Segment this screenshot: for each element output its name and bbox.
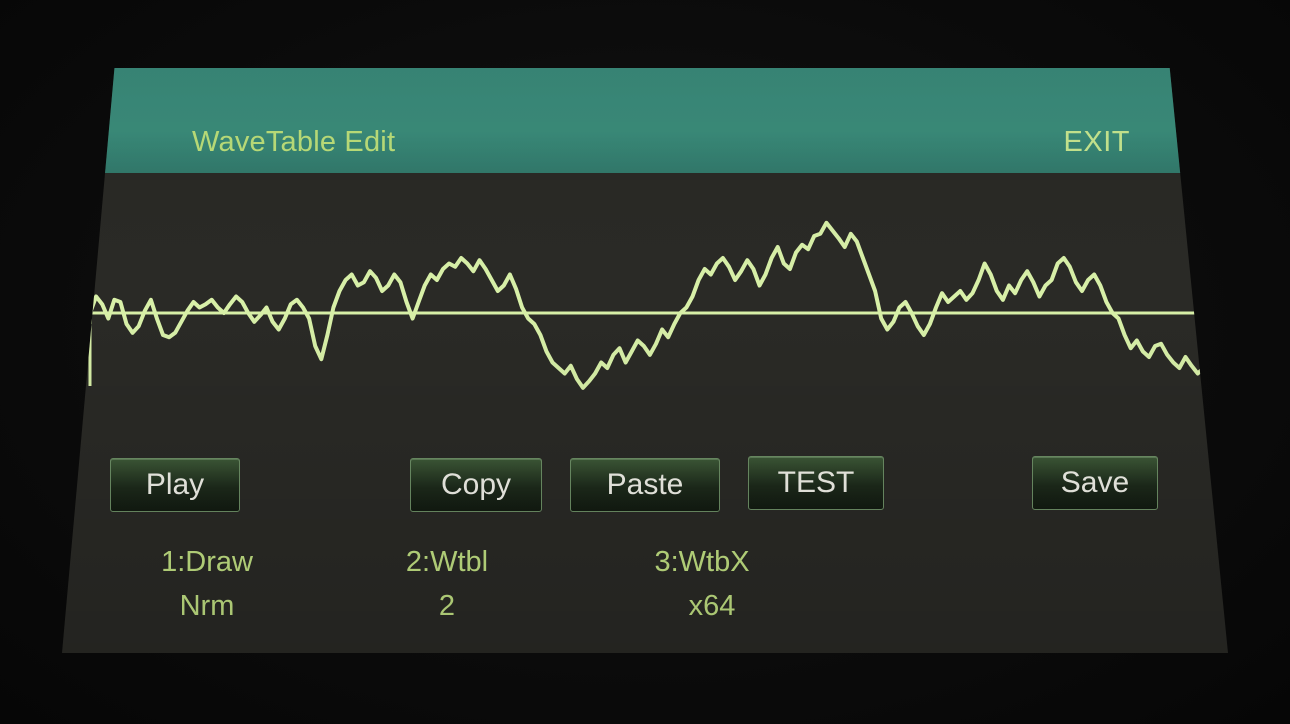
test-button[interactable]: TEST bbox=[748, 456, 884, 510]
test-button-label: TEST bbox=[777, 466, 855, 499]
waveform-line bbox=[88, 220, 1224, 392]
play-button-label: Play bbox=[145, 468, 205, 501]
param-1-label[interactable]: 1:Draw bbox=[132, 546, 282, 579]
param-3-label[interactable]: 3:WtbX bbox=[627, 546, 777, 579]
save-button[interactable]: Save bbox=[1032, 456, 1158, 510]
copy-button[interactable]: Copy bbox=[410, 458, 542, 512]
param-3-value[interactable]: x64 bbox=[657, 590, 767, 623]
param-2-label[interactable]: 2:Wtbl bbox=[377, 546, 517, 579]
copy-button-label: Copy bbox=[440, 468, 512, 501]
lcd-screen: WaveTable Edit EXIT Play Copy Paste TEST… bbox=[62, 68, 1228, 653]
save-button-label: Save bbox=[1060, 466, 1130, 499]
paste-button-label: Paste bbox=[606, 468, 684, 501]
param-1-value[interactable]: Nrm bbox=[147, 590, 267, 623]
play-button[interactable]: Play bbox=[110, 458, 240, 512]
param-2-value[interactable]: 2 bbox=[407, 590, 487, 623]
paste-button[interactable]: Paste bbox=[570, 458, 720, 512]
